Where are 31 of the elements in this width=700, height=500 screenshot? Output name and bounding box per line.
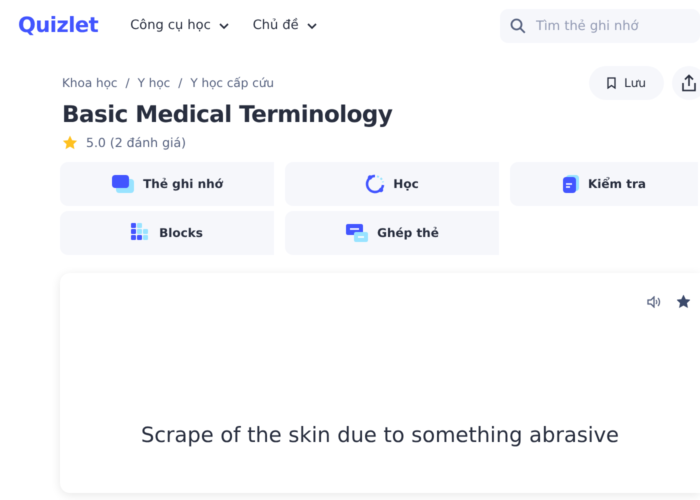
star-button[interactable] (677, 295, 690, 308)
menu-dropdown[interactable]: Chủ đề (252, 16, 317, 36)
study-mode-button[interactable]: Thẻ ghi nhớ (60, 162, 274, 206)
study-mode-button[interactable]: Blocks (60, 211, 274, 256)
cards-icon (111, 174, 136, 194)
study-mode-button[interactable]: Học (285, 162, 499, 206)
flashcard-term: Scrape of the skin due to something abrasive (141, 422, 619, 450)
document-icon (562, 174, 580, 194)
flashcard[interactable]: Scrape of the skin due to something abrasive (60, 273, 700, 494)
breadcrumb-separator: / (126, 75, 130, 92)
study-mode-button[interactable]: Kiểm tra (510, 162, 698, 206)
circular-dots-icon (365, 174, 386, 194)
breadcrumb-link[interactable]: Khoa học (62, 74, 118, 92)
bookmark-icon (607, 77, 616, 89)
breadcrumb-separator: / (178, 75, 182, 92)
share-button[interactable] (672, 66, 700, 100)
audio-button[interactable] (647, 295, 661, 308)
set-title: Basic Medical Terminology (62, 102, 394, 130)
breadcrumb-link[interactable]: Y học (138, 74, 170, 92)
menu-dropdown[interactable]: Công cụ học (130, 16, 229, 36)
study-mode-button[interactable]: Ghép thẻ (285, 211, 499, 256)
save-button[interactable]: Lưu (589, 66, 664, 100)
rating-text: 5.0 (2 đánh giá) (86, 134, 186, 152)
chevron-down-icon (218, 22, 229, 29)
chevron-down-icon (306, 22, 317, 29)
logo[interactable]: Quizlet (18, 10, 98, 42)
search-field[interactable]: Tìm thẻ ghi nhớ (500, 9, 700, 43)
star-icon (62, 135, 78, 150)
breadcrumb-link[interactable]: Y học cấp cứu (190, 74, 274, 92)
share-icon (681, 74, 697, 92)
match-cards-icon (345, 223, 370, 244)
